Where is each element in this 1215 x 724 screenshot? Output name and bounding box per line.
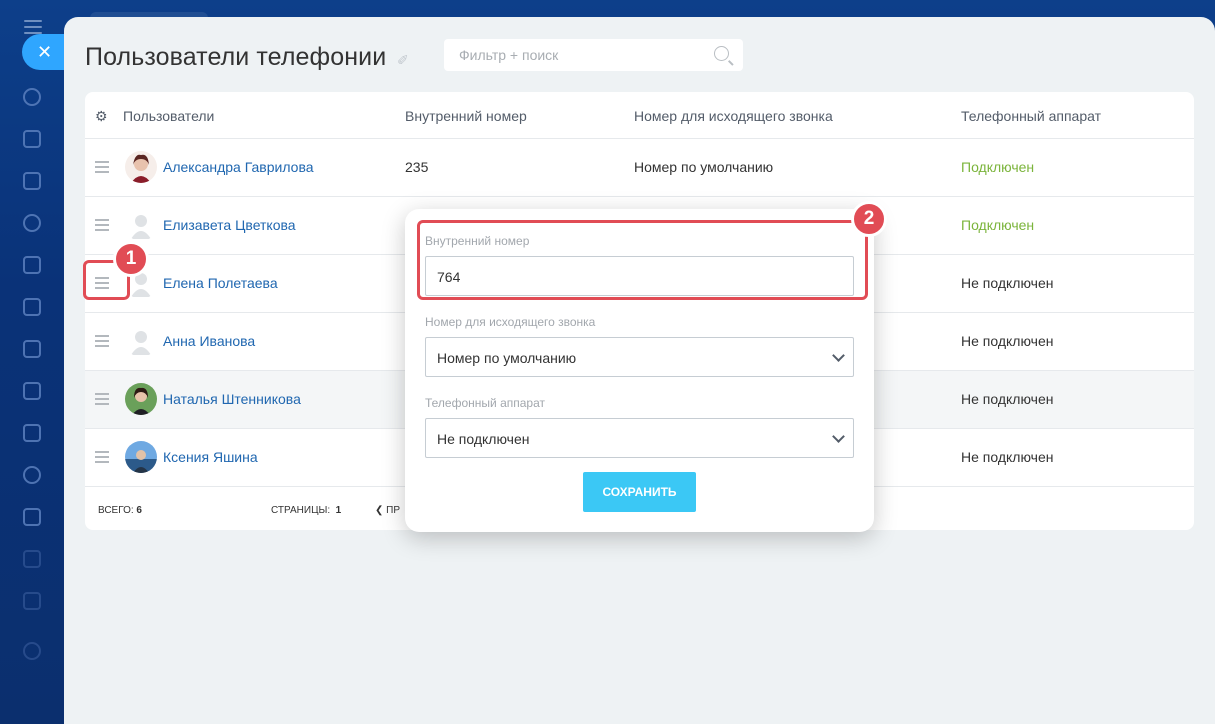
device-select[interactable]: Не подключен <box>425 418 854 458</box>
chat-icon[interactable] <box>23 130 41 148</box>
device-status: Не подключен <box>961 275 1054 291</box>
pages-info: СТРАНИЦЫ: 1 <box>271 505 341 516</box>
device-value: Не подключен <box>437 431 530 447</box>
prev-label: ПР <box>386 505 401 516</box>
row-menu-icon[interactable] <box>95 335 109 350</box>
save-button[interactable]: СОХРАНИТЬ <box>583 472 696 512</box>
outgoing-number: Номер по умолчанию <box>634 159 774 175</box>
row-menu-icon[interactable] <box>95 451 109 466</box>
outgoing-number-select[interactable]: Номер по умолчанию <box>425 337 854 377</box>
callout-badge-2: 2 <box>851 201 887 237</box>
crm-icon[interactable] <box>23 88 41 106</box>
calendar-icon[interactable] <box>23 256 41 274</box>
tasks-icon[interactable] <box>23 508 41 526</box>
gear-icon[interactable]: ⚙ <box>95 108 108 125</box>
total-value: 6 <box>136 505 142 516</box>
device-status: Не подключен <box>961 449 1054 465</box>
device-status: Не подключен <box>961 333 1054 349</box>
close-slider-button[interactable]: ✕ <box>22 34 66 70</box>
callout-highlight-2 <box>417 220 868 300</box>
pages-value: 1 <box>335 505 342 516</box>
menu-icon[interactable] <box>24 20 42 34</box>
pages-label: СТРАНИЦЫ: <box>271 505 331 516</box>
row-menu-icon[interactable] <box>95 161 109 176</box>
pin-icon[interactable]: ✐ <box>397 52 409 69</box>
user-name-link[interactable]: Ксения Яшина <box>163 449 258 465</box>
hexagon-icon[interactable] <box>23 214 41 232</box>
total-label: ВСЕГО: <box>98 505 134 516</box>
column-header-outgoing-number[interactable]: Номер для исходящего звонка <box>634 108 833 124</box>
avatar-placeholder <box>125 209 157 241</box>
device-label: Телефонный аппарат <box>425 396 545 410</box>
outgoing-number-value: Номер по умолчанию <box>437 350 577 366</box>
avatar-placeholder <box>125 325 157 357</box>
table-row[interactable]: Александра Гаврилова 235 Номер по умолча… <box>85 139 1194 197</box>
table-header: ⚙ Пользователи Внутренний номер Номер дл… <box>85 92 1194 139</box>
page-title: Пользователи телефонии <box>85 43 387 71</box>
sites-icon[interactable] <box>23 550 41 568</box>
settings-icon[interactable] <box>23 642 41 660</box>
board-icon[interactable] <box>23 340 41 358</box>
row-menu-icon[interactable] <box>95 219 109 234</box>
device-status: Не подключен <box>961 391 1054 407</box>
device-status: Подключен <box>961 217 1035 233</box>
document-icon[interactable] <box>23 298 41 316</box>
storage-icon[interactable] <box>23 382 41 400</box>
user-name-link[interactable]: Александра Гаврилова <box>163 159 314 175</box>
device-status: Подключен <box>961 159 1035 175</box>
row-menu-icon[interactable] <box>95 393 109 408</box>
outgoing-number-label: Номер для исходящего звонка <box>425 315 596 329</box>
user-name-link[interactable]: Елена Полетаева <box>163 275 278 291</box>
chevron-down-icon <box>832 430 845 443</box>
left-rail: ✕ <box>0 0 66 724</box>
users-icon[interactable] <box>23 466 41 484</box>
user-name-link[interactable]: Наталья Штенникова <box>163 391 301 407</box>
feed-icon[interactable] <box>23 172 41 190</box>
total-count: ВСЕГО: 6 <box>98 505 142 516</box>
shop-icon[interactable] <box>23 592 41 610</box>
avatar <box>125 151 157 183</box>
avatar <box>125 383 157 415</box>
search-placeholder: Фильтр + поиск <box>459 47 559 63</box>
chevron-down-icon <box>832 349 845 362</box>
user-name-link[interactable]: Анна Иванова <box>163 333 255 349</box>
internal-number: 235 <box>405 159 429 175</box>
search-icon[interactable] <box>714 46 729 61</box>
column-header-users[interactable]: Пользователи <box>123 108 214 124</box>
user-name-link[interactable]: Елизавета Цветкова <box>163 217 296 233</box>
column-header-internal-number[interactable]: Внутренний номер <box>405 108 527 124</box>
callout-badge-1: 1 <box>113 241 149 277</box>
prev-page-link[interactable]: ❮ ПР <box>375 505 400 516</box>
column-header-device[interactable]: Телефонный аппарат <box>961 108 1101 124</box>
avatar <box>125 441 157 473</box>
mail-icon[interactable] <box>23 424 41 442</box>
search-input[interactable]: Фильтр + поиск <box>444 39 743 71</box>
